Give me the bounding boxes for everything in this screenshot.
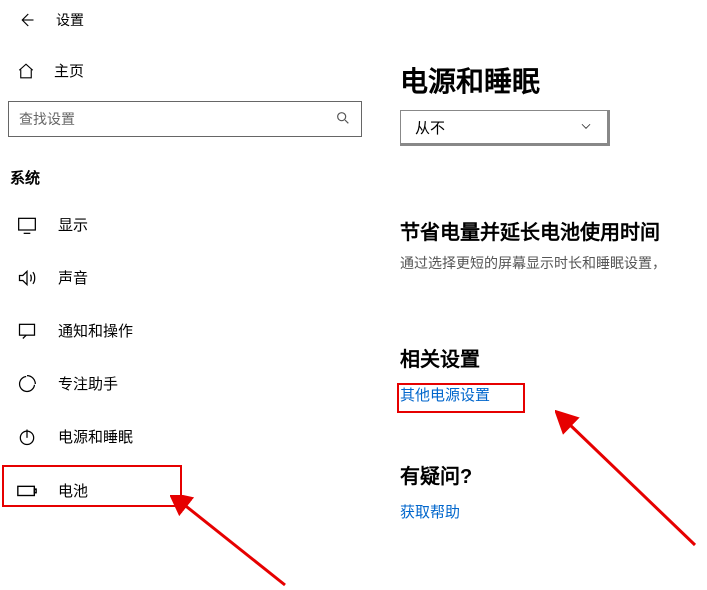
settings-title: 设置 [56, 10, 84, 30]
notifications-icon [16, 321, 38, 341]
sound-icon [16, 268, 38, 288]
nav-label: 通知和操作 [58, 320, 133, 341]
battery-icon [16, 479, 38, 501]
related-heading: 相关设置 [400, 343, 707, 372]
search-placeholder: 查找设置 [19, 109, 75, 129]
home-nav[interactable]: 主页 [0, 35, 370, 91]
page-title: 电源和睡眠 [400, 60, 707, 100]
sidebar-item-display[interactable]: 显示 [0, 198, 370, 251]
home-label: 主页 [54, 60, 84, 81]
sleep-dropdown[interactable]: 从不 [400, 110, 610, 146]
sidebar: 设置 主页 查找设置 系统 [0, 0, 370, 589]
get-help-link[interactable]: 获取帮助 [400, 501, 460, 522]
power-icon [16, 427, 38, 447]
back-button[interactable] [16, 10, 36, 30]
sidebar-item-sound[interactable]: 声音 [0, 251, 370, 304]
home-icon [16, 62, 36, 80]
chevron-down-icon [579, 119, 593, 136]
dropdown-value: 从不 [415, 117, 445, 138]
section-title: 系统 [0, 137, 370, 198]
battery-desc: 通过选择更短的屏幕显示时长和睡眠设置， [400, 253, 707, 273]
focus-icon [16, 374, 38, 394]
search-input[interactable]: 查找设置 [8, 101, 362, 137]
nav-label: 显示 [58, 214, 88, 235]
sidebar-item-power[interactable]: 电源和睡眠 [0, 410, 370, 463]
sidebar-item-battery[interactable]: 电池 [0, 463, 370, 517]
nav-label: 声音 [58, 267, 88, 288]
display-icon [16, 215, 38, 235]
sidebar-item-notifications[interactable]: 通知和操作 [0, 304, 370, 357]
sidebar-item-focus[interactable]: 专注助手 [0, 357, 370, 410]
battery-heading: 节省电量并延长电池使用时间 [400, 216, 707, 245]
question-heading: 有疑问? [400, 460, 707, 489]
search-icon [335, 110, 351, 129]
other-power-settings-link[interactable]: 其他电源设置 [400, 384, 490, 405]
nav-label: 专注助手 [58, 373, 118, 394]
main-content: 电源和睡眠 从不 节省电量并延长电池使用时间 通过选择更短的屏幕显示时长和睡眠设… [370, 0, 707, 589]
nav-label: 电池 [58, 480, 88, 501]
nav-label: 电源和睡眠 [58, 426, 133, 447]
